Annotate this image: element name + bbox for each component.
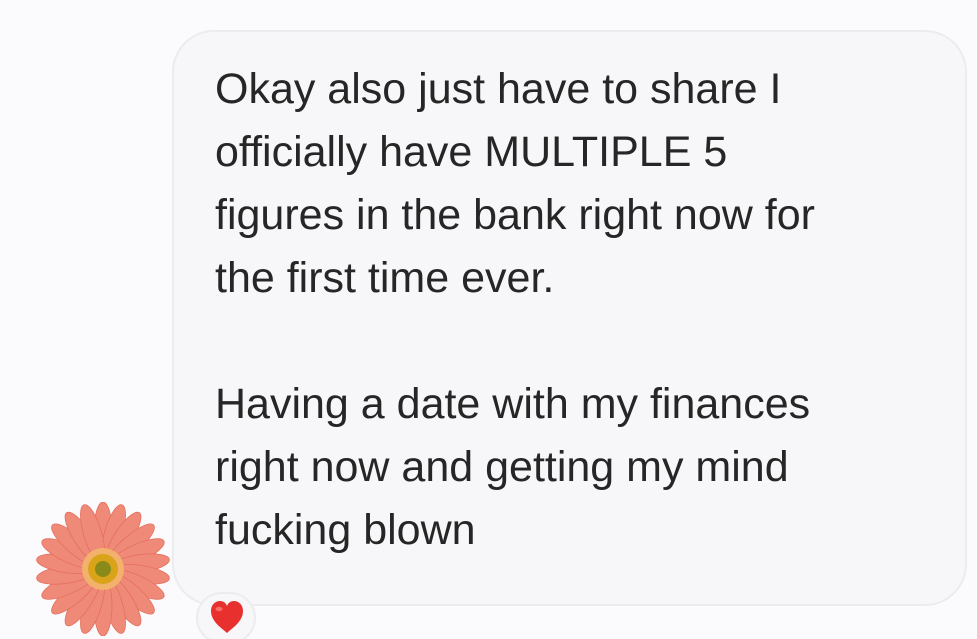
gerbera-daisy-icon [36,501,170,637]
red-heart-icon [211,601,243,633]
message-text: Okay also just have to share I officiall… [215,58,935,562]
avatar[interactable] [36,501,170,637]
message-paragraph-1: Okay also just have to share I officiall… [215,65,815,302]
heart-reaction[interactable] [196,592,256,639]
chat-screen: Okay also just have to share I officiall… [0,0,977,639]
message-paragraph-2: Having a date with my finances right now… [215,380,811,554]
